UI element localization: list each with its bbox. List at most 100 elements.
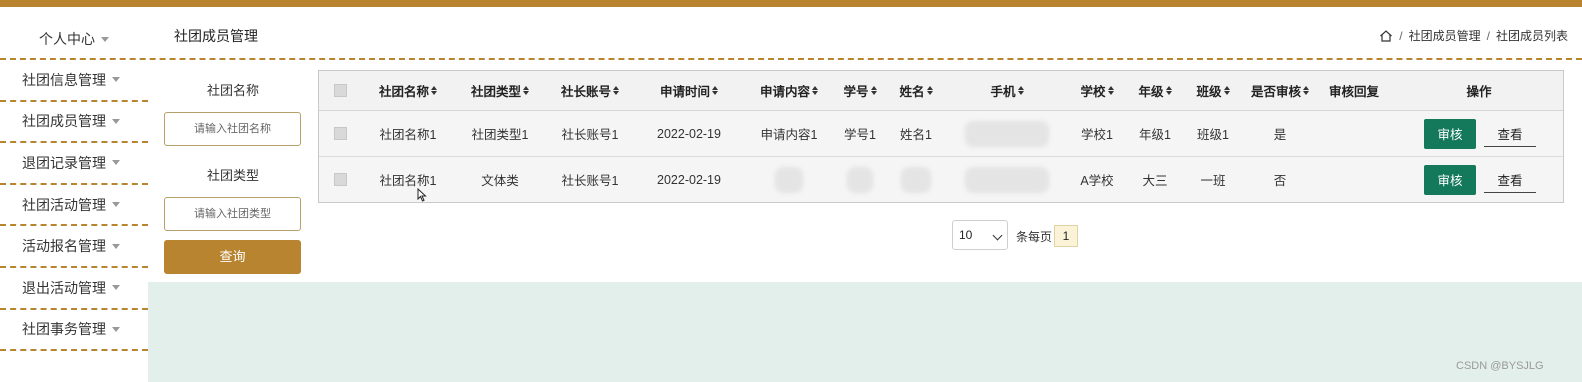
table-row: 社团名称1 社团类型1 社长账号1 2022-02-19 申请内容1 学号1 姓… — [319, 111, 1563, 157]
cell-audited: 否 — [1273, 174, 1287, 188]
redacted-name — [901, 166, 931, 193]
cell-club-name: 社团名称1 — [379, 128, 437, 142]
col-student-id[interactable]: 学号 — [835, 71, 885, 110]
sort-icon — [1165, 86, 1172, 95]
sidebar-item-quit-activity[interactable]: 退出活动管理 — [0, 268, 148, 310]
chevron-down-icon — [112, 285, 120, 291]
sort-icon — [613, 86, 619, 95]
cell-phone — [965, 157, 1049, 202]
club-name-input[interactable]: 请输入社团名称 — [164, 112, 301, 146]
sidebar-item-club-affairs[interactable]: 社团事务管理 — [0, 310, 148, 352]
sort-icon — [712, 86, 718, 95]
sort-icon — [870, 86, 877, 95]
sort-icon — [1107, 86, 1114, 95]
redacted-student-id — [847, 166, 873, 193]
page-size-select[interactable]: 10 — [952, 220, 1008, 250]
select-all-checkbox[interactable] — [333, 84, 347, 97]
cell-apply-time: 2022-02-19 — [657, 126, 721, 141]
sort-icon — [1223, 86, 1230, 95]
cell-grade: 年级1 — [1139, 128, 1171, 142]
chevron-down-icon — [112, 202, 120, 208]
cell-student-id — [835, 157, 885, 202]
col-audit-reply: 审核回复 — [1328, 85, 1379, 99]
redacted-phone — [965, 120, 1049, 147]
top-accent-bar — [0, 0, 1582, 7]
cell-audited: 是 — [1273, 128, 1287, 142]
sidebar-item-label: 退出活动管理 — [22, 279, 106, 296]
col-club-type[interactable]: 社团类型 — [459, 71, 541, 110]
breadcrumb-separator: / — [1486, 28, 1490, 43]
sidebar-item-label: 社团成员管理 — [22, 113, 106, 130]
members-table: 社团名称 社团类型 社长账号 申请时间 申请内容 学号 姓名 手机 学校 年级 … — [318, 70, 1564, 203]
sidebar-item-club-members[interactable]: 社团成员管理 — [0, 102, 148, 144]
sidebar-item-label: 社团信息管理 — [22, 71, 106, 88]
mouse-cursor-icon — [417, 188, 427, 202]
page-size-value: 10 — [959, 228, 973, 242]
cell-club-type: 社团类型1 — [471, 128, 529, 142]
page-number-button[interactable]: 1 — [1054, 225, 1078, 247]
col-club-name[interactable]: 社团名称 — [367, 71, 449, 110]
cell-club-type: 文体类 — [481, 174, 519, 188]
redacted-content — [775, 166, 803, 193]
sidebar-item-label: 社团活动管理 — [22, 196, 106, 213]
cell-class: 班级1 — [1197, 128, 1229, 142]
user-center-label: 个人中心 — [39, 31, 95, 47]
breadcrumb-item-current: 社团成员列表 — [1495, 29, 1568, 43]
breadcrumb-item[interactable]: 社团成员管理 — [1409, 27, 1481, 44]
cell-grade: 大三 — [1142, 174, 1168, 188]
sidebar-item-label: 活动报名管理 — [22, 238, 106, 255]
cell-name: 姓名1 — [900, 128, 932, 142]
cell-club-name: 社团名称1 — [379, 174, 437, 188]
sidebar-item-quit-records[interactable]: 退团记录管理 — [0, 143, 148, 185]
cell-leader-account: 社长账号1 — [561, 174, 619, 188]
breadcrumb: / 社团成员管理 / 社团成员列表 — [1379, 27, 1568, 44]
col-class[interactable]: 班级 — [1187, 71, 1239, 110]
cell-school: A学校 — [1080, 174, 1114, 188]
sidebar-item-label: 退团记录管理 — [22, 154, 106, 171]
chevron-down-icon — [112, 243, 120, 249]
query-button[interactable]: 查询 — [164, 240, 301, 274]
table-row: 社团名称1 文体类 社长账号1 2022-02-19 A学校 大三 一班 否 审… — [319, 157, 1563, 202]
table-header: 社团名称 社团类型 社长账号 申请时间 申请内容 学号 姓名 手机 学校 年级 … — [319, 71, 1563, 111]
col-apply-content[interactable]: 申请内容 — [747, 71, 831, 110]
page-title: 社团成员管理 — [174, 28, 258, 44]
chevron-down-icon — [112, 326, 120, 332]
chevron-down-icon — [112, 160, 120, 166]
chevron-down-icon — [112, 77, 120, 83]
col-apply-time[interactable]: 申请时间 — [647, 71, 731, 110]
sidebar-item-activity-signup[interactable]: 活动报名管理 — [0, 226, 148, 268]
view-button[interactable]: 查看 — [1484, 121, 1536, 147]
home-icon[interactable] — [1379, 29, 1393, 43]
cell-leader-account: 社长账号1 — [561, 128, 619, 142]
col-phone[interactable]: 手机 — [965, 71, 1049, 110]
col-grade[interactable]: 年级 — [1129, 71, 1181, 110]
view-button[interactable]: 查看 — [1484, 167, 1536, 193]
cell-phone — [965, 111, 1049, 156]
search-panel: 社团名称 请输入社团名称 社团类型 请输入社团类型 查询 — [148, 60, 318, 282]
audit-button[interactable]: 审核 — [1424, 118, 1476, 149]
sidebar-item-club-activities[interactable]: 社团活动管理 — [0, 185, 148, 227]
per-page-label: 条每页 — [1016, 230, 1053, 244]
row-checkbox[interactable] — [333, 173, 347, 186]
cell-apply-content — [747, 157, 831, 202]
row-checkbox[interactable] — [333, 127, 347, 140]
sort-icon — [431, 86, 437, 95]
sidebar-item-club-info[interactable]: 社团信息管理 — [0, 60, 148, 102]
cell-name — [891, 157, 941, 202]
col-audited[interactable]: 是否审核 — [1245, 71, 1315, 110]
redacted-phone — [965, 166, 1049, 193]
user-center-menu[interactable]: 个人中心 — [0, 22, 148, 56]
chevron-down-icon — [101, 36, 109, 42]
content-background — [148, 282, 1582, 382]
col-leader-account[interactable]: 社长账号 — [549, 71, 631, 110]
audit-button[interactable]: 审核 — [1424, 164, 1476, 195]
cell-audit-reply — [1319, 111, 1389, 156]
col-school[interactable]: 学校 — [1071, 71, 1123, 110]
sort-icon — [812, 86, 818, 95]
cell-apply-time: 2022-02-19 — [657, 172, 721, 187]
col-name[interactable]: 姓名 — [891, 71, 941, 110]
chevron-down-icon — [992, 230, 1003, 241]
club-type-input[interactable]: 请输入社团类型 — [164, 197, 301, 231]
sort-icon — [1017, 86, 1024, 95]
watermark: CSDN @BYSJLG — [1456, 360, 1544, 372]
